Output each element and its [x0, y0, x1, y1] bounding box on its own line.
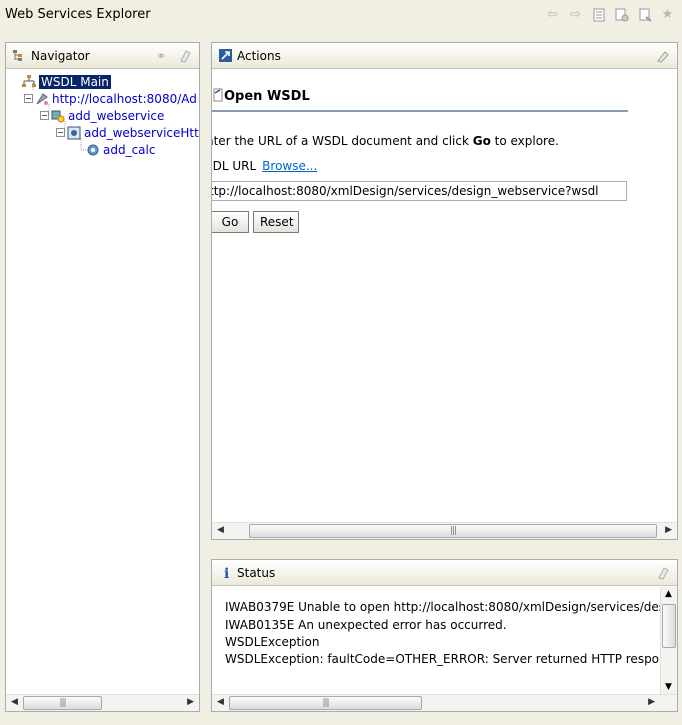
actions-icon	[218, 48, 233, 63]
star-icon[interactable]: ★	[659, 6, 676, 23]
actions-title: Actions	[237, 49, 281, 63]
status-title: Status	[237, 566, 276, 580]
status-line: IWAB0379E Unable to open http://localhos…	[225, 600, 676, 614]
navigator-title: Navigator	[31, 49, 90, 63]
status-vscrollbar[interactable]: ▲ ▼	[660, 587, 677, 694]
scroll-right-icon[interactable]: ▶	[187, 697, 194, 707]
wsdl-document-icon	[212, 87, 224, 103]
status-line: IWAB0135E An unexpected error has occurr…	[225, 618, 507, 632]
status-panel: i Status IWAB0379E Unable to open http:/…	[211, 559, 678, 712]
scroll-thumb[interactable]: |||	[23, 696, 102, 710]
navigator-icon	[12, 48, 27, 63]
clear-status-icon[interactable]	[655, 565, 671, 581]
reset-button[interactable]: Reset	[253, 211, 299, 233]
scroll-left-icon[interactable]: ◀	[11, 697, 18, 707]
scroll-right-icon[interactable]: ▶	[648, 697, 655, 707]
instruction-text: nter the URL of a WSDL document and clic…	[212, 134, 559, 148]
scroll-thumb[interactable]: |||	[249, 524, 657, 538]
status-content: IWAB0379E Unable to open http://localhos…	[212, 587, 677, 694]
wsdl-url-label: SDL URL	[212, 159, 257, 173]
status-header: i Status	[212, 560, 677, 586]
browse-link[interactable]: Browse...	[262, 159, 317, 173]
clear-icon[interactable]	[177, 48, 193, 64]
link-icon[interactable]: ⚭	[153, 48, 169, 64]
window-title: Web Services Explorer	[5, 7, 151, 22]
status-line: WSDLException	[225, 635, 320, 649]
toolbar: ⇦ ⇨ ★	[544, 6, 676, 23]
instruction-go: Go	[472, 134, 491, 148]
instruction-pre: nter the URL of a WSDL document and clic…	[212, 134, 473, 148]
navigator-panel: Navigator ⚭ WSDL Main − http://localhost…	[5, 42, 200, 712]
scroll-thumb[interactable]: |||	[229, 696, 422, 710]
wsdl-url-input[interactable]	[212, 181, 627, 201]
navigator-hscrollbar[interactable]: ◀ ||| ▶	[6, 694, 199, 711]
go-button[interactable]: Go	[212, 211, 249, 233]
open-wsdl-title: Open WSDL	[224, 89, 310, 104]
status-hscrollbar[interactable]: ◀ ||| ▶	[212, 694, 677, 711]
navigator-tree: WSDL Main − http://localhost:8080/Ad − a…	[14, 73, 199, 689]
scroll-left-icon[interactable]: ◀	[217, 697, 224, 707]
actions-content: Open WSDL nter the URL of a WSDL documen…	[212, 70, 677, 522]
favorites-page-icon[interactable]	[636, 6, 653, 23]
wsdl-url-row: SDL URL Browse...	[212, 159, 317, 173]
back-arrow-icon[interactable]: ⇦	[544, 6, 561, 23]
tree-lines	[32, 81, 86, 151]
scroll-left-icon[interactable]: ◀	[217, 525, 224, 535]
actions-header: Actions	[212, 43, 677, 69]
open-wsdl-header: Open WSDL	[212, 86, 628, 112]
wsdl-page-icon[interactable]	[590, 6, 607, 23]
forward-arrow-icon[interactable]: ⇨	[567, 6, 584, 23]
svg-text:i: i	[224, 566, 229, 580]
title-bar: Web Services Explorer ⇦ ⇨ ★	[0, 0, 682, 30]
info-icon: i	[218, 565, 233, 582]
actions-hscrollbar[interactable]: ◀ ||| ▶	[212, 522, 677, 539]
instruction-post: to explore.	[490, 134, 559, 148]
uddi-page-icon[interactable]	[613, 6, 630, 23]
status-line: WSDLException: faultCode=OTHER_ERROR: Se…	[225, 652, 673, 666]
scroll-down-icon[interactable]: ▼	[665, 682, 672, 692]
actions-panel: Actions Open WSDL nter the URL of a WSDL…	[211, 42, 678, 540]
scroll-right-icon[interactable]: ▶	[665, 525, 672, 535]
scroll-thumb[interactable]	[662, 604, 676, 648]
navigator-header: Navigator ⚭	[6, 43, 199, 69]
scroll-up-icon[interactable]: ▲	[665, 589, 672, 599]
actions-tool-icon[interactable]	[655, 48, 671, 64]
